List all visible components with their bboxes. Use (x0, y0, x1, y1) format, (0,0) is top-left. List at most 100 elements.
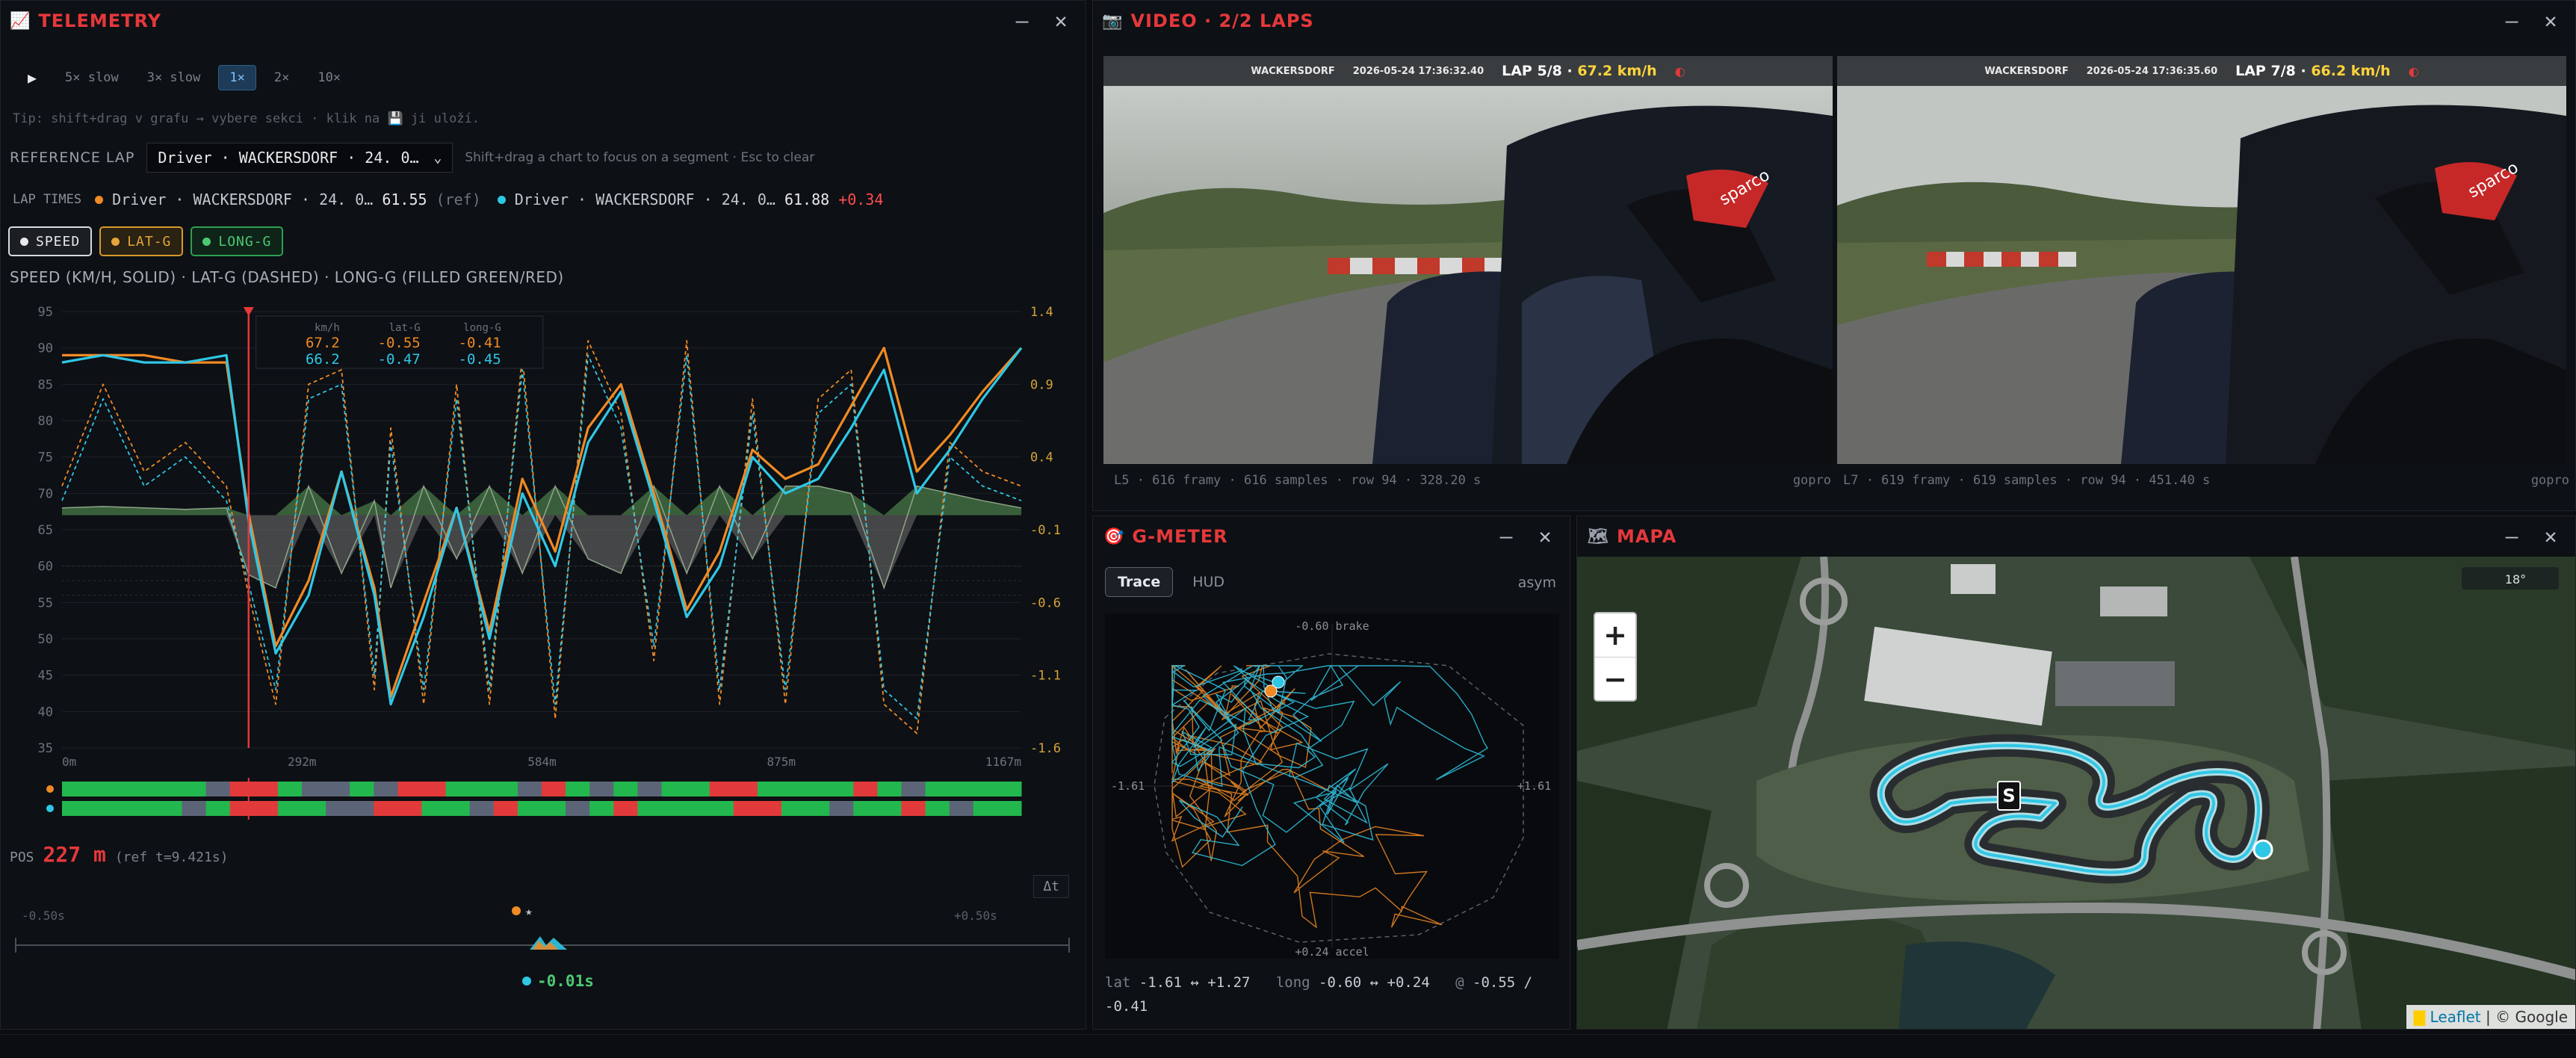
start-finish-marker[interactable]: S (1997, 781, 2021, 811)
minimize-icon[interactable]: — (2501, 524, 2523, 548)
close-icon[interactable]: ✕ (2539, 524, 2562, 548)
telemetry-panel: 📈 TELEMETRY — ✕ ▶ 5× slow 3× slow 1× 2× … (0, 0, 1086, 1030)
sector-lap1-segment-22 (589, 782, 614, 796)
zoom-out-button[interactable]: − (1595, 657, 1635, 700)
readout-lap2-0: 66.2 (306, 351, 340, 368)
readout-lap1-0: 67.2 (306, 335, 340, 351)
minimize-icon[interactable]: — (1011, 8, 1033, 33)
sector-lap1-segment-11 (326, 782, 350, 796)
kart-logo-icon: ◐ (2408, 64, 2419, 78)
sector-lap2-segment-18 (493, 801, 518, 816)
lap1-name: Driver · WACKERSDORF · 24. 0… (112, 191, 374, 208)
pos-value: 227 m (43, 842, 106, 867)
long-g-dot-icon (202, 237, 211, 246)
play-button[interactable]: ▶ (17, 65, 47, 90)
sector-lap1-segment-36 (925, 782, 950, 796)
map-satellite: 18° (1577, 557, 2575, 1029)
sector-lap1-segment-23 (613, 782, 638, 796)
g-meter-plot[interactable]: -0.60 brake +0.24 accel -1.61 +1.61 (1105, 613, 1559, 959)
video-right-source: gopro (2530, 473, 2569, 488)
y-tick-label-9: 50 (38, 632, 53, 647)
sector-lap2-segment-36 (925, 801, 950, 816)
sector-lap1-segment-4 (158, 782, 182, 796)
y-tick-label-5: 70 (38, 486, 53, 501)
y-tick-label-4: 75 (38, 451, 53, 465)
sector-lap1-segment-8 (253, 782, 279, 796)
speed-10x-button[interactable]: 10× (307, 65, 351, 90)
chart-title: SPEED (KM/H, SOLID) · LAT-G (DASHED) · L… (10, 268, 564, 286)
g-meter-footer: lat -1.61 ↔ +1.27 long -0.60 ↔ +0.24 @ -… (1105, 971, 1559, 1018)
sector-lap2-segment-9 (277, 801, 303, 816)
y-tick-label-6: 65 (38, 523, 53, 538)
x-tick-label-0: 0m (62, 755, 76, 769)
lat-g-toggle[interactable]: LAT-G (99, 226, 184, 256)
speed-5x-slow-button[interactable]: 5× slow (55, 65, 129, 90)
sector-lap2-segment-11 (326, 801, 350, 816)
asym-toggle[interactable]: asym (1518, 575, 1556, 591)
g-trace-lap2 (1171, 664, 1489, 867)
sector-lap2-segment-39 (997, 801, 1022, 816)
target-icon: 🎯 (1103, 527, 1125, 546)
close-icon[interactable]: ✕ (1534, 524, 1556, 548)
sector-lap2-segment-29 (757, 801, 782, 816)
lap-times-label: LAP TIMES (13, 192, 82, 207)
sector-lap1-segment-14 (397, 782, 422, 796)
reference-lap-row: REFERENCE LAP Driver · WACKERSDORF · 24.… (10, 143, 814, 173)
g-meter-title: 🎯 G-METER (1103, 526, 1228, 547)
close-icon[interactable]: ✕ (1050, 8, 1072, 33)
reference-lap-label: REFERENCE LAP (10, 149, 135, 166)
speed-2x-button[interactable]: 2× (264, 65, 300, 90)
video-right[interactable]: sparco WACKERSDORF 2026-05-24 17:36:35.6… (1837, 56, 2566, 464)
zoom-in-button[interactable]: + (1595, 613, 1635, 657)
video-left[interactable]: sparco WACKERSDORF 2026-05-24 17:36:32.4… (1103, 56, 1833, 464)
readout-header-2: long-G (463, 322, 501, 334)
kart-logo-icon: ◐ (1674, 64, 1685, 78)
kart-position-marker (2253, 839, 2273, 860)
sector-lap2-segment-37 (949, 801, 974, 816)
y2-tick-label-2: 0.4 (1030, 451, 1053, 465)
sector-lap2-segment-3 (134, 801, 158, 816)
minimize-icon[interactable]: — (2501, 8, 2523, 33)
telemetry-chart-svg[interactable]: 95 90 85 80 75 70 65 60 55 50 45 40 35 1.4 0.9 0.4 -0.1 -… (1, 300, 1086, 823)
map-view[interactable]: 18° S + − ▇ Leaflet | © Google (1577, 557, 2575, 1029)
map-icon: 🗺 (1588, 527, 1609, 546)
sector-lap1-segment-2 (110, 782, 134, 796)
sector-lap2-segment-25 (661, 801, 687, 816)
speed-1x-button[interactable]: 1× (218, 65, 256, 90)
readout-lap2-2: -0.45 (459, 351, 501, 368)
delta-strip[interactable]: -0.50s +0.50s ★ -0.01s (1, 897, 1086, 994)
delta-t-button[interactable]: Δt (1033, 875, 1069, 898)
x-tick-label-4: 1167m (985, 755, 1021, 769)
y2-tick-label-5: -1.1 (1030, 669, 1061, 684)
close-icon[interactable]: ✕ (2539, 8, 2562, 33)
speed-toggle[interactable]: SPEED (8, 226, 93, 256)
g-meter-title-text: G-METER (1132, 526, 1228, 547)
reference-lap-select[interactable]: Driver · WACKERSDORF · 24. 0… ⌄ (146, 143, 453, 173)
g-foot-long-value: -0.60 ↔ +0.24 (1319, 974, 1430, 991)
leaflet-link[interactable]: Leaflet (2430, 1008, 2481, 1026)
lap2-time: 61.88 (784, 191, 830, 208)
readout-lap2-1: -0.47 (378, 351, 421, 368)
tab-trace[interactable]: Trace (1105, 567, 1174, 597)
sector-lap2-segment-19 (517, 801, 542, 816)
minimize-icon[interactable]: — (1495, 524, 1517, 548)
x-tick-label-3: 875m (767, 755, 796, 769)
speed-3x-slow-button[interactable]: 3× slow (137, 65, 211, 90)
y2-tick-label-1: 0.9 (1030, 377, 1053, 392)
sector-lap2-segment-34 (877, 801, 902, 816)
sector-lap1-segment-25 (661, 782, 687, 796)
y-tick-label-8: 55 (38, 595, 53, 610)
sector-lap1-segment-34 (877, 782, 902, 796)
tab-hud[interactable]: HUD (1180, 567, 1236, 597)
sector-lap1-dot-icon (46, 785, 54, 793)
long-g-toggle[interactable]: LONG-G (191, 226, 284, 256)
y2-tick-label-6: -1.6 (1030, 741, 1061, 756)
lap1-time: 61.55 (382, 191, 427, 208)
x-tick-label-1: 292m (288, 755, 317, 769)
telemetry-chart[interactable]: 95 90 85 80 75 70 65 60 55 50 45 40 35 1.4 0.9 0.4 -0.1 -… (1, 300, 1086, 823)
sector-lap2-segment-33 (853, 801, 878, 816)
video-right-overlay: WACKERSDORF 2026-05-24 17:36:35.60 LAP 7… (1837, 56, 2566, 86)
sector-lap1-segment-10 (302, 782, 326, 796)
g-lap1-marker (1264, 684, 1278, 698)
lap2-delta: +0.34 (838, 191, 884, 208)
